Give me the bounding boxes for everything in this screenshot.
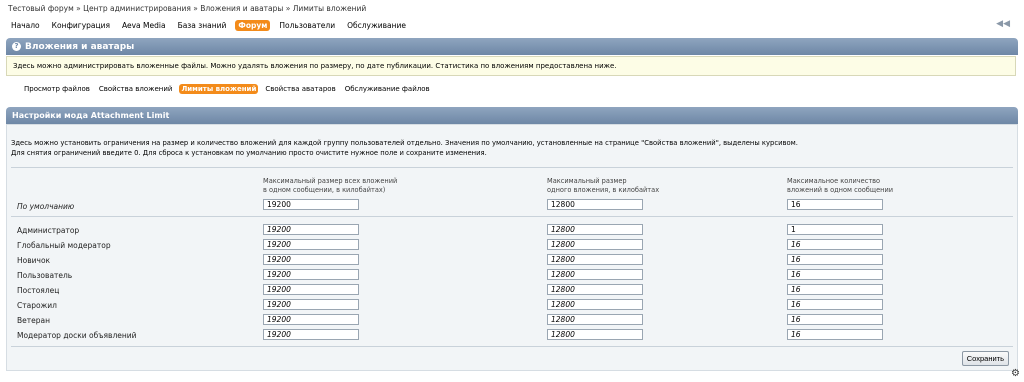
count-input[interactable] <box>787 299 883 310</box>
count-input[interactable] <box>787 239 883 250</box>
menu-item-aeva-media[interactable]: Aeva Media <box>119 20 169 31</box>
count-input[interactable] <box>787 314 883 325</box>
column-header-line: Максимальный размер <box>547 177 627 185</box>
group-label: Модератор доски объявлений <box>17 331 137 340</box>
double-left-arrow-icon[interactable]: ◀◀ <box>996 19 1010 29</box>
default-total-size-input[interactable] <box>263 199 359 210</box>
single-size-input[interactable] <box>547 284 643 295</box>
default-single-size-input[interactable] <box>547 199 643 210</box>
menu-item-members[interactable]: Пользователи <box>276 20 338 31</box>
breadcrumb-item-attachments[interactable]: Вложения и аватары <box>200 4 283 13</box>
column-header-line: Максимальный размер всех вложений <box>263 177 398 185</box>
group-label: Глобальный модератор <box>17 241 111 250</box>
breadcrumb-separator: » <box>76 4 81 13</box>
tab-avatar-settings[interactable]: Свойства аватаров <box>263 84 337 94</box>
single-size-input[interactable] <box>547 239 643 250</box>
single-size-input[interactable] <box>547 299 643 310</box>
total-size-input[interactable] <box>263 224 359 235</box>
save-button[interactable]: Сохранить <box>961 351 1009 366</box>
total-size-input[interactable] <box>263 329 359 340</box>
section-header: ? Вложения и аватары <box>6 38 1018 55</box>
count-input[interactable] <box>787 224 883 235</box>
menu-item-forum[interactable]: Форум <box>235 20 271 31</box>
help-icon[interactable]: ? <box>12 42 21 51</box>
single-size-input[interactable] <box>547 254 643 265</box>
tab-browse-files[interactable]: Просмотр файлов <box>22 84 92 94</box>
menu-item-config[interactable]: Конфигурация <box>49 20 113 31</box>
description-line: Для снятия ограничений введите 0. Для сб… <box>11 149 487 157</box>
breadcrumb-separator: » <box>193 4 198 13</box>
group-label: Ветеран <box>17 316 51 325</box>
count-input[interactable] <box>787 254 883 265</box>
breadcrumb-separator: » <box>285 4 291 13</box>
single-size-input[interactable] <box>547 329 643 340</box>
group-label: Пользователь <box>17 271 73 280</box>
top-menu: Начало Конфигурация Aeva Media База знан… <box>8 20 409 31</box>
default-row-label: По умолчанию <box>17 202 75 211</box>
tab-file-maintenance[interactable]: Обслуживание файлов <box>343 84 432 94</box>
menu-item-maintenance[interactable]: Обслуживание <box>344 20 409 31</box>
menu-item-home[interactable]: Начало <box>8 20 43 31</box>
total-size-input[interactable] <box>263 239 359 250</box>
group-label: Старожил <box>17 301 57 310</box>
total-size-input[interactable] <box>263 314 359 325</box>
column-header-line: Максимальное количество <box>787 177 881 185</box>
column-header-line: в одном сообщении, в килобайтах) <box>263 186 386 194</box>
tab-attachment-limits[interactable]: Лимиты вложений <box>179 84 259 94</box>
column-header-count: Максимальное количество вложений в одном… <box>787 177 893 195</box>
default-count-input[interactable] <box>787 199 883 210</box>
section-title: Вложения и аватары <box>25 41 135 52</box>
section-info: Здесь можно администрировать вложенные ф… <box>6 56 1016 76</box>
divider <box>11 216 1013 217</box>
count-input[interactable] <box>787 329 883 340</box>
single-size-input[interactable] <box>547 314 643 325</box>
count-input[interactable] <box>787 269 883 280</box>
total-size-input[interactable] <box>263 254 359 265</box>
sub-tabs: Просмотр файлов Свойства вложений Лимиты… <box>22 84 432 94</box>
limits-panel: Здесь можно установить ограничения на ра… <box>6 124 1018 371</box>
menu-item-knowledge-base[interactable]: База знаний <box>175 20 230 31</box>
single-size-input[interactable] <box>547 269 643 280</box>
tab-attachment-settings[interactable]: Свойства вложений <box>97 84 175 94</box>
column-header-total-size: Максимальный размер всех вложений в одно… <box>263 177 397 195</box>
breadcrumb-item-forum[interactable]: Тестовый форум <box>8 4 74 13</box>
group-label: Новичок <box>17 256 51 265</box>
gear-icon[interactable]: ⚙ <box>1011 368 1020 379</box>
count-input[interactable] <box>787 284 883 295</box>
breadcrumb-item-limits[interactable]: Лимиты вложений <box>293 4 367 13</box>
column-header-line: вложений в одном сообщении <box>787 186 894 194</box>
column-header-single-size: Максимальный размер одного вложения, в к… <box>547 177 659 195</box>
breadcrumb: Тестовый форум » Центр администрирования… <box>8 4 366 13</box>
divider <box>11 346 1013 347</box>
description-line: Здесь можно установить ограничения на ра… <box>11 139 798 147</box>
column-header-line: одного вложения, в килобайтах <box>547 186 660 194</box>
single-size-input[interactable] <box>547 224 643 235</box>
breadcrumb-item-admin-center[interactable]: Центр администрирования <box>83 4 191 13</box>
panel-title: Настройки мода Attachment Limit <box>6 107 1018 124</box>
total-size-input[interactable] <box>263 299 359 310</box>
divider <box>11 167 1013 168</box>
group-label: Администратор <box>17 226 80 235</box>
total-size-input[interactable] <box>263 284 359 295</box>
panel-description: Здесь можно установить ограничения на ра… <box>11 138 1011 158</box>
total-size-input[interactable] <box>263 269 359 280</box>
group-label: Постоялец <box>17 286 60 295</box>
